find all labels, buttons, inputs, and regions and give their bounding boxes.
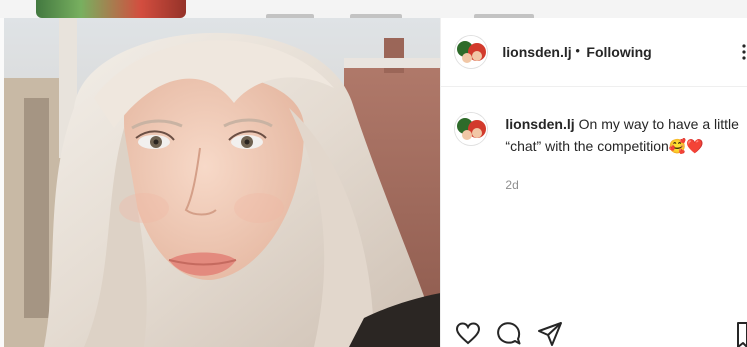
bookmark-icon[interactable] xyxy=(737,321,747,347)
caption-text-block: lionsden.lj On my way to have a little “c… xyxy=(505,113,745,157)
comment-icon[interactable] xyxy=(496,321,522,347)
instagram-post-view: lionsden.lj • Following lionsden.lj On m… xyxy=(0,0,747,347)
more-options-icon[interactable] xyxy=(737,40,747,64)
post-photo[interactable] xyxy=(4,18,441,347)
share-icon[interactable] xyxy=(537,321,563,347)
following-button[interactable]: Following xyxy=(586,44,651,60)
background-avatar xyxy=(36,0,186,18)
username-link[interactable]: lionsden.lj xyxy=(505,116,574,132)
post-details-panel: lionsden.lj • Following lionsden.lj On m… xyxy=(440,18,747,347)
post-header: lionsden.lj • Following xyxy=(441,18,747,87)
post-timestamp[interactable]: 2d xyxy=(505,178,518,192)
avatar[interactable] xyxy=(455,36,488,68)
post-modal: lionsden.lj • Following lionsden.lj On m… xyxy=(4,18,747,347)
background-profile-strip xyxy=(0,0,747,18)
avatar[interactable] xyxy=(455,113,488,145)
heart-icon[interactable] xyxy=(455,321,481,347)
separator-dot: • xyxy=(575,43,580,58)
username-link[interactable]: lionsden.lj xyxy=(502,44,571,60)
post-actions-bar xyxy=(455,321,747,347)
